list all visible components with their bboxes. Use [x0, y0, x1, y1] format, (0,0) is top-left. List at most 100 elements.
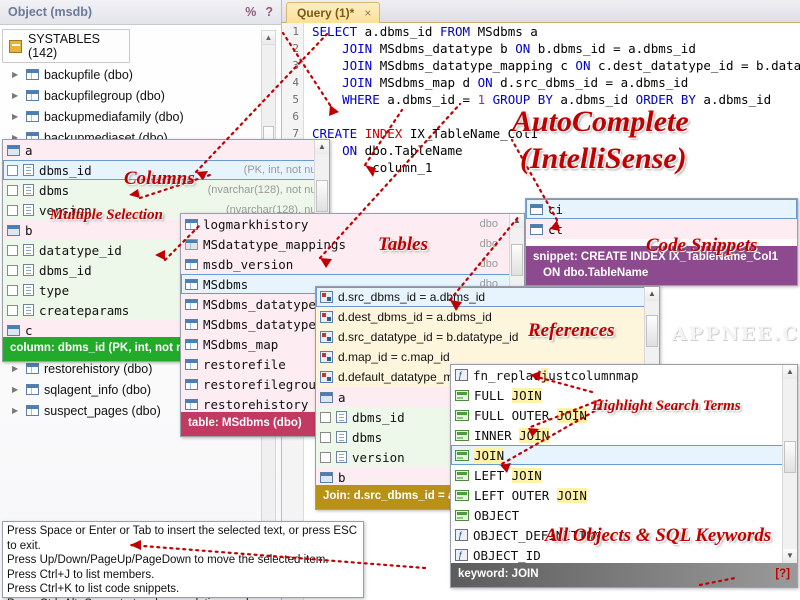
completion-item[interactable]: OBJECT_ID: [451, 545, 797, 563]
help-line: Press Ctrl+J to list members.: [7, 568, 155, 581]
tab-query-1[interactable]: Query (1)* ×: [286, 2, 381, 23]
completion-item-label: MSdbms_map: [203, 336, 279, 352]
keyword-help-hint[interactable]: [?]: [775, 567, 790, 583]
chevron-right-icon[interactable]: ▶: [12, 364, 21, 373]
completion-item-label: fn_repladjustcolumnmap: [473, 367, 639, 383]
code-text[interactable]: SELECT a.dbms_id FROM MSdbms a JOIN MSdb…: [312, 23, 800, 176]
completion-item[interactable]: LEFT OUTER JOIN: [451, 485, 797, 505]
scroll-up-icon[interactable]: ▲: [510, 214, 524, 228]
completion-item[interactable]: INNER JOIN: [451, 425, 797, 445]
code-line: JOIN MSdbms_map d ON d.src_dbms_id = a.d…: [312, 74, 800, 91]
chevron-right-icon[interactable]: ▶: [12, 385, 21, 394]
scroll-down-icon[interactable]: ▼: [783, 549, 797, 563]
chevron-right-icon[interactable]: ▶: [12, 406, 21, 415]
column-icon: [23, 204, 34, 216]
column-icon: [336, 431, 347, 443]
completion-item[interactable]: d.src_datatype_id = b.datatype_id: [316, 327, 659, 347]
snippets-status-bar: snippet: CREATE INDEX IX_TableName_Col1 …: [526, 246, 797, 286]
chevron-right-icon[interactable]: ▶: [12, 70, 21, 79]
table-icon: [26, 90, 39, 101]
completion-item-label: d.map_id = c.map_id: [338, 350, 450, 364]
checkbox[interactable]: [7, 304, 18, 316]
function-icon: [455, 529, 468, 541]
scroll-thumb[interactable]: [646, 315, 658, 347]
checkbox[interactable]: [320, 451, 331, 463]
snippets-list[interactable]: ci ct: [526, 199, 797, 246]
tree-item[interactable]: ▶ backupfile (dbo): [0, 64, 281, 85]
completion-item[interactable]: OBJECT: [451, 505, 797, 525]
tree-item[interactable]: ▶ backupfilegroup (dbo): [0, 85, 281, 106]
completion-item[interactable]: OBJECT_DEFINITION: [451, 525, 797, 545]
completion-item-label: dbms_id: [39, 162, 92, 178]
scroll-thumb[interactable]: [511, 244, 523, 276]
table-icon: [26, 111, 39, 122]
checkbox[interactable]: [320, 411, 331, 423]
tree-item[interactable]: ▶ backupmediafamily (dbo): [0, 106, 281, 127]
keywords-list[interactable]: fn_repladjustcolumnmap FULL JOIN FULL OUTE…: [451, 365, 797, 563]
checkbox[interactable]: [7, 284, 18, 296]
checkbox[interactable]: [7, 164, 18, 176]
checkbox[interactable]: [7, 264, 18, 276]
checkbox[interactable]: [7, 244, 18, 256]
close-icon[interactable]: ×: [364, 6, 371, 20]
completion-item-label: dbms_id: [39, 262, 92, 278]
tree-root-systables[interactable]: SYSTABLES (142): [2, 29, 130, 63]
help-button[interactable]: ?: [265, 5, 273, 19]
completion-item[interactable]: JOIN: [451, 445, 797, 465]
completion-item[interactable]: FULL OUTER JOIN: [451, 405, 797, 425]
code-token: MSdbms a: [470, 24, 538, 39]
column-icon: [23, 164, 34, 176]
scroll-up-icon[interactable]: ▲: [262, 31, 275, 45]
completion-item-label: MSdbms: [203, 276, 249, 292]
keyword-icon: [455, 469, 469, 481]
keyword-icon: [455, 509, 469, 521]
tree-item-label: backupfilegroup (dbo): [44, 88, 165, 103]
column-icon: [336, 411, 347, 423]
scroll-thumb[interactable]: [784, 441, 796, 473]
code-token: ON: [575, 58, 591, 73]
table-icon: [185, 318, 198, 330]
keywords-completion-popup[interactable]: fn_repladjustcolumnmap FULL JOIN FULL OUTE…: [450, 364, 798, 588]
completion-item[interactable]: d.src_dbms_id = a.dbms_id: [316, 287, 659, 307]
table-icon: [185, 358, 198, 370]
completion-item[interactable]: FULL JOIN: [451, 385, 797, 405]
completion-item[interactable]: dbms (nvarchar(128), not null): [3, 180, 329, 200]
column-icon: [336, 451, 347, 463]
table-icon: [185, 378, 198, 390]
chevron-right-icon[interactable]: ▶: [12, 91, 21, 100]
completion-item[interactable]: ct: [526, 219, 797, 239]
app-root: Object (msdb) % ? SYSTABLES (142) ▶ backu…: [0, 0, 800, 600]
completion-item[interactable]: LEFT JOIN: [451, 465, 797, 485]
code-token: a.dbms_id: [695, 92, 772, 107]
scroll-thumb[interactable]: [316, 180, 328, 212]
scroll-up-icon[interactable]: ▲: [645, 287, 659, 301]
object-explorer-title: Object (msdb): [8, 5, 93, 19]
checkbox[interactable]: [7, 204, 18, 216]
tree-item-label: suspect_pages (dbo): [44, 403, 161, 418]
completion-item-label: OBJECT_ID: [473, 547, 541, 563]
completion-item[interactable]: MSdatatype_mappings dbo: [181, 234, 524, 254]
scroll-up-icon[interactable]: ▲: [783, 365, 797, 379]
completion-item[interactable]: fn_repladjustcolumnmap: [451, 365, 797, 385]
completion-item-label: restorehistory: [203, 396, 309, 412]
completion-item[interactable]: a: [3, 140, 329, 160]
completion-item[interactable]: msdb_version dbo: [181, 254, 524, 274]
completion-item[interactable]: dbms_id (PK, int, not null): [3, 160, 329, 180]
table-icon: [185, 258, 198, 270]
percent-button[interactable]: %: [245, 5, 256, 19]
completion-item-label: LEFT JOIN: [474, 467, 542, 483]
snippets-completion-popup[interactable]: ci ct snippet: CREATE INDEX IX_TableName_…: [525, 198, 798, 287]
code-token: MSdbms_datatype b: [372, 41, 516, 56]
completion-item[interactable]: logmarkhistory dbo: [181, 214, 524, 234]
scroll-up-icon[interactable]: ▲: [315, 140, 329, 154]
completion-item[interactable]: d.dest_dbms_id = a.dbms_id: [316, 307, 659, 327]
checkbox[interactable]: [320, 431, 331, 443]
code-token: a.dbms_id =: [379, 92, 478, 107]
checkbox[interactable]: [7, 184, 18, 196]
column-icon: [23, 184, 34, 196]
chevron-right-icon[interactable]: ▶: [12, 112, 21, 121]
keywords-scrollbar[interactable]: ▲ ▼: [782, 365, 797, 563]
completion-item[interactable]: ci: [526, 199, 797, 219]
help-line: Press Up/Down/PageUp/PageDown to move th…: [7, 554, 329, 567]
